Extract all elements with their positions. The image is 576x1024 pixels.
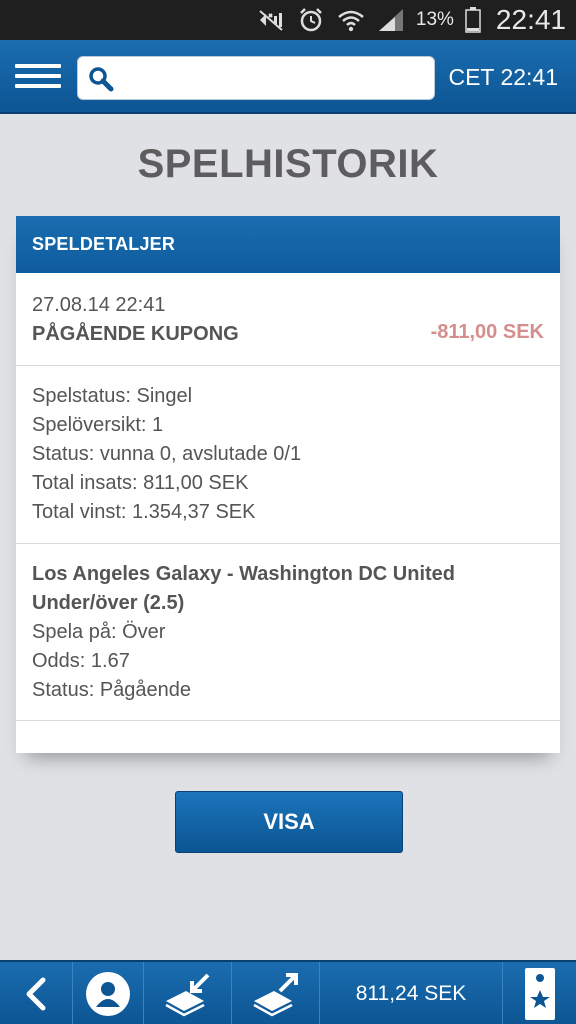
battery-percent: 13% (415, 9, 454, 30)
bet-status: Status: Pågående (32, 679, 192, 701)
server-time: CET 22:41 (448, 64, 558, 90)
detail-status: Status: vunna 0, avslutade 0/1 (32, 443, 302, 465)
bet-stats: Spelstatus: Singel Spelöversikt: 1 Statu… (16, 366, 560, 544)
back-icon (26, 977, 46, 1011)
alarm-icon (296, 7, 326, 33)
bet-summary: 27.08.14 22:41 PÅGÅENDE KUPONG -811,00 S… (16, 273, 560, 366)
market-name: Under/över (2.5) (32, 592, 185, 614)
search-icon (89, 67, 114, 92)
deposit-button[interactable] (232, 962, 319, 1024)
match-name: Los Angeles Galaxy - Washington DC Unite… (32, 563, 456, 585)
search-input[interactable] (122, 63, 422, 93)
back-button[interactable] (0, 962, 72, 1024)
visa-button[interactable]: VISA (175, 791, 403, 853)
deposit-icon (252, 973, 298, 1017)
withdraw-button[interactable] (144, 962, 231, 1024)
card-title: SPELDETALJER (16, 216, 560, 273)
menu-icon[interactable] (15, 64, 61, 92)
bet-datetime: 27.08.14 22:41 (32, 294, 166, 316)
mute-icon (256, 7, 286, 33)
app-header: CET 22:41 (0, 40, 576, 114)
detail-play-status: Spelstatus: Singel (32, 385, 193, 407)
withdraw-icon (164, 973, 209, 1017)
detail-total-stake: Total insats: 811,00 SEK (32, 472, 249, 494)
bet-odds: Odds: 1.67 (32, 650, 130, 672)
battery-icon (464, 7, 482, 33)
bet-slip-icon (524, 968, 555, 1020)
bet-pick: Spela på: Över (32, 621, 166, 643)
detail-total-win: Total vinst: 1.354,37 SEK (32, 501, 256, 523)
profile-icon (86, 972, 130, 1016)
status-clock: 22:41 (495, 4, 566, 35)
signal-icon (376, 7, 406, 33)
account-balance[interactable]: 811,24 SEK (320, 962, 502, 1024)
bet-details-card: SPELDETALJER 27.08.14 22:41 PÅGÅENDE KUP… (16, 216, 560, 753)
detail-overview: Spelöversikt: 1 (32, 414, 164, 436)
profile-button[interactable] (73, 962, 143, 1024)
search-box[interactable] (77, 56, 435, 100)
bottom-nav: 811,24 SEK (0, 960, 576, 1024)
bet-selection: Los Angeles Galaxy - Washington DC Unite… (16, 544, 560, 721)
wifi-icon (336, 7, 366, 33)
status-bar: 13% 22:41 (0, 0, 576, 40)
bet-slip-button[interactable] (503, 962, 576, 1024)
page-title: SPELHISTORIK (137, 142, 439, 186)
bet-amount: -811,00 SEK (430, 321, 544, 343)
